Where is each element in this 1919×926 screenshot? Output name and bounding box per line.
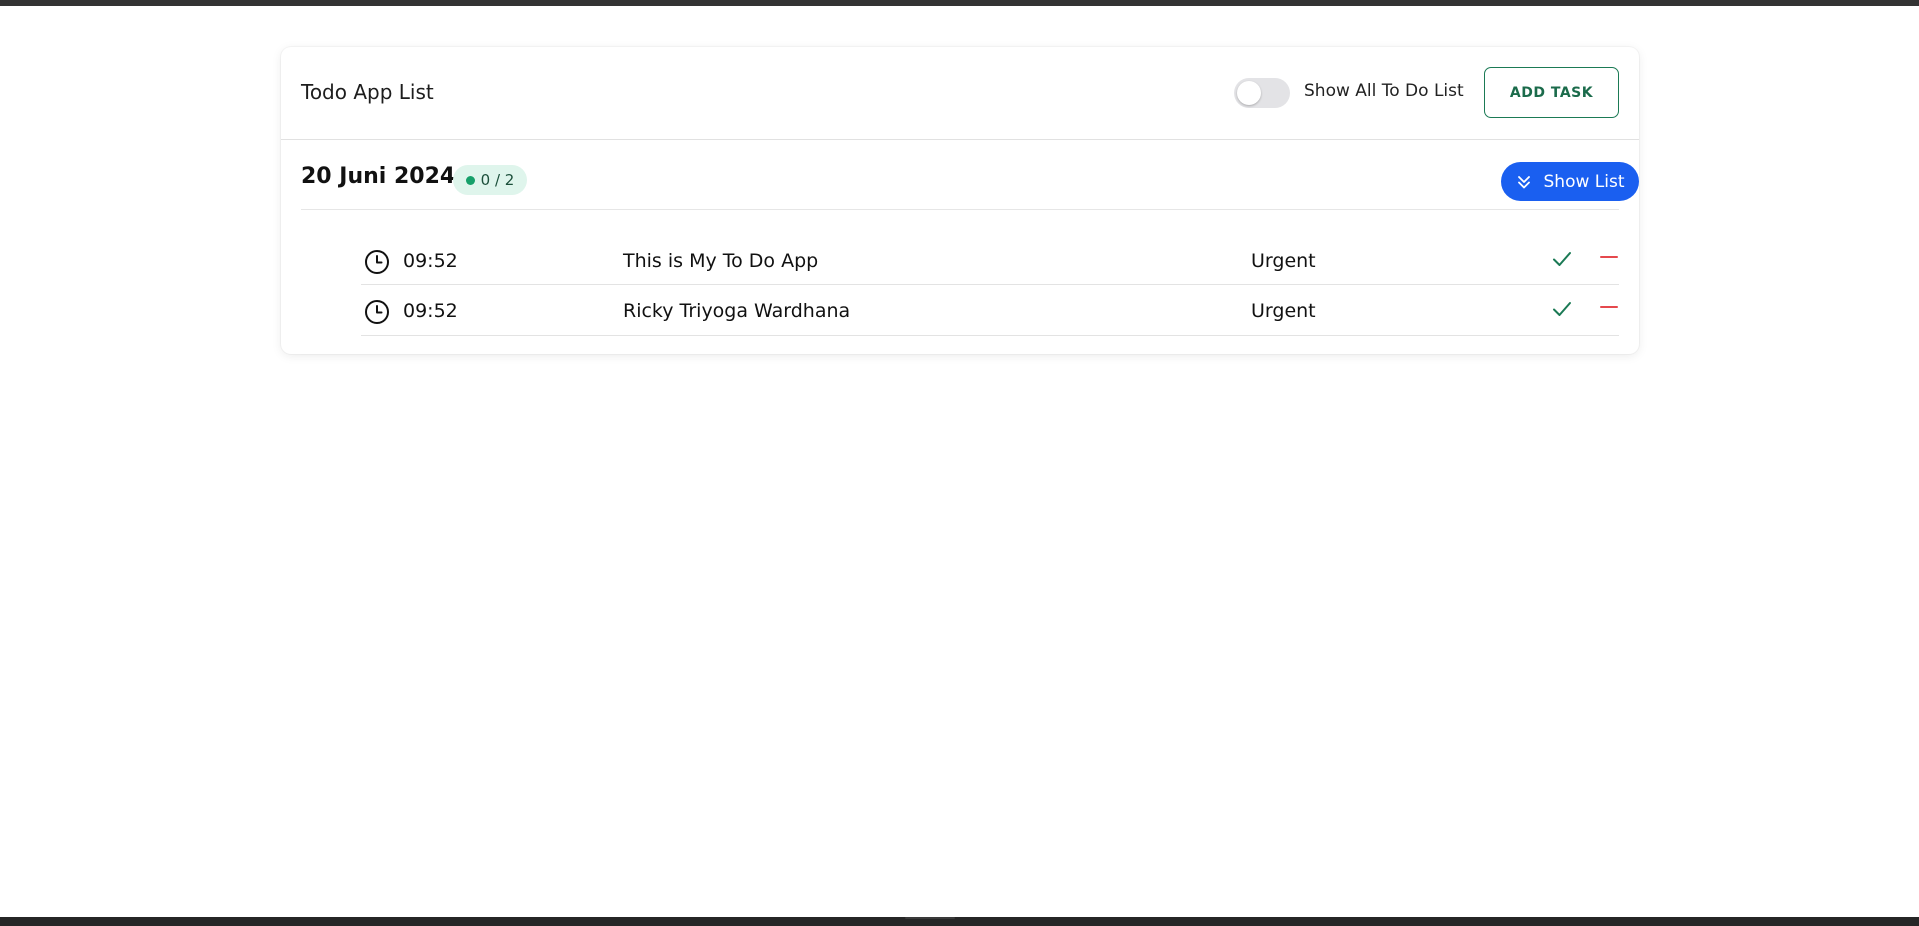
show-list-label: Show List [1543,171,1625,192]
progress-badge-text: 0 / 2 [480,171,515,189]
task-time: 09:52 [403,300,458,322]
check-icon[interactable] [1551,248,1573,270]
clock-icon [365,300,389,324]
add-task-button[interactable]: ADD TASK [1484,67,1619,118]
task-row: 09:52 Ricky Triyoga Wardhana Urgent [361,285,1619,336]
minus-icon[interactable] [1598,298,1620,320]
window-top-bar [0,0,1919,6]
minus-icon[interactable] [1598,248,1620,270]
task-title: This is My To Do App [623,250,819,272]
task-title: Ricky Triyoga Wardhana [623,300,851,322]
todo-card: Todo App List Show All To Do List ADD TA… [281,47,1639,354]
group-date: 20 Juni 2024 [301,164,456,189]
toggle-knob [1237,81,1261,105]
show-list-button[interactable]: Show List [1501,162,1639,201]
task-time: 09:52 [403,250,458,272]
show-all-toggle-label: Show All To Do List [1304,81,1464,101]
show-all-toggle[interactable] [1234,78,1290,108]
status-dot-icon [465,175,475,185]
bottom-handle [905,917,955,919]
date-group-header: 20 Juni 2024 0 / 2 Show List [301,140,1639,210]
progress-badge: 0 / 2 [453,165,527,195]
clock-icon [365,250,389,274]
window-bottom-bar [0,917,1919,926]
task-row: 09:52 This is My To Do App Urgent [361,235,1619,285]
chevrons-down-icon [1517,175,1530,188]
check-icon[interactable] [1551,298,1573,320]
app-title: Todo App List [301,80,434,104]
task-priority: Urgent [1251,250,1316,272]
task-priority: Urgent [1251,300,1316,322]
card-header: Todo App List Show All To Do List ADD TA… [281,47,1639,140]
task-list: 09:52 This is My To Do App Urgent 09:52 … [361,235,1619,336]
